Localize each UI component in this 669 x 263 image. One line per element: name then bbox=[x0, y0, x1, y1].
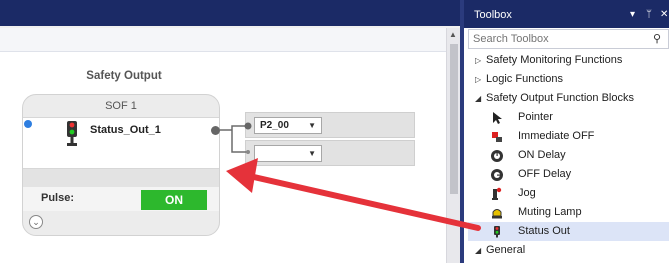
category-safety-monitoring[interactable]: ▷ Safety Monitoring Functions bbox=[468, 51, 669, 70]
toolbox-item-pointer[interactable]: Pointer bbox=[468, 108, 669, 127]
category-label: Safety Monitoring Functions bbox=[486, 54, 623, 66]
status-out-icon bbox=[67, 121, 77, 146]
toolbox-item-status-out[interactable]: Status Out bbox=[468, 222, 669, 241]
toolbox-item-jog[interactable]: Jog bbox=[468, 184, 669, 203]
block-header: SOF 1 bbox=[105, 100, 137, 112]
item-label: Immediate OFF bbox=[518, 130, 595, 142]
group-title: Safety Output bbox=[86, 70, 162, 82]
item-label: Status Out bbox=[518, 225, 570, 237]
on-delay-icon bbox=[491, 150, 503, 162]
output-port-row: P2_00 ▼ bbox=[245, 112, 415, 138]
collapse-icon[interactable]: ◢ bbox=[475, 241, 481, 260]
toolbox-item-off-delay[interactable]: OFF Delay bbox=[468, 165, 669, 184]
category-label: Safety Output Function Blocks bbox=[486, 92, 634, 104]
output-port-select[interactable]: ▼ bbox=[254, 145, 322, 162]
category-label: Logic Functions bbox=[486, 73, 564, 85]
item-label: Muting Lamp bbox=[518, 206, 582, 218]
expand-icon[interactable]: ▷ bbox=[475, 51, 481, 70]
output-port-select[interactable]: P2_00 ▼ bbox=[254, 117, 322, 134]
jog-icon bbox=[492, 187, 502, 200]
off-delay-icon bbox=[491, 169, 503, 181]
close-icon[interactable]: ✕ bbox=[660, 9, 668, 20]
toolbox-item-muting-lamp[interactable]: Muting Lamp bbox=[468, 203, 669, 222]
category-safety-output-blocks[interactable]: ◢ Safety Output Function Blocks bbox=[468, 89, 669, 108]
scrollbar-thumb[interactable] bbox=[450, 44, 458, 194]
pulse-row: Pulse: ON bbox=[23, 187, 219, 211]
canvas-vertical-scrollbar[interactable]: ▲ bbox=[446, 28, 460, 263]
search-icon[interactable]: ⚲ bbox=[653, 32, 661, 45]
category-general[interactable]: ◢ General bbox=[468, 241, 669, 260]
toolbox-search[interactable]: ⚲ bbox=[468, 29, 669, 49]
pulse-toggle[interactable]: ON bbox=[141, 190, 207, 210]
dropdown-arrow-icon: ▼ bbox=[308, 121, 316, 130]
function-block[interactable]: SOF 1 Pulse: ON ⌄ bbox=[22, 94, 220, 236]
pointer-icon bbox=[493, 112, 502, 124]
pin-icon[interactable]: ᛘ bbox=[646, 9, 652, 20]
output-connector[interactable] bbox=[211, 126, 220, 135]
toolbox-title: Toolbox bbox=[474, 9, 512, 21]
toolbox-item-immediate-off[interactable]: Immediate OFF bbox=[468, 127, 669, 146]
collapse-icon[interactable]: ◢ bbox=[475, 89, 481, 108]
expand-icon[interactable]: ▷ bbox=[475, 70, 481, 89]
document-tab-bar bbox=[0, 0, 460, 28]
tab-strip bbox=[0, 0, 460, 28]
scroll-up-icon[interactable]: ▲ bbox=[449, 30, 457, 39]
output-name: Status_Out_1 bbox=[90, 124, 161, 136]
input-connector[interactable] bbox=[24, 120, 32, 128]
toolbox-item-on-delay[interactable]: ON Delay bbox=[468, 146, 669, 165]
canvas-header bbox=[0, 28, 446, 52]
pulse-label: Pulse: bbox=[41, 192, 75, 204]
dropdown-arrow-icon: ▼ bbox=[308, 149, 316, 158]
search-input[interactable] bbox=[473, 32, 643, 46]
toolbox-title-bar: Toolbox ▾ ᛘ ✕ bbox=[464, 0, 669, 28]
category-label: General bbox=[486, 244, 526, 256]
item-label: Jog bbox=[518, 187, 536, 199]
status-out-icon bbox=[494, 226, 500, 238]
block-separator bbox=[23, 169, 219, 187]
output-port-row: ▼ bbox=[245, 140, 415, 166]
item-label: Pointer bbox=[518, 111, 553, 123]
immediate-off-icon bbox=[492, 132, 502, 142]
muting-lamp-icon bbox=[492, 209, 502, 219]
toolbox-panel: Toolbox ▾ ᛘ ✕ ⚲ ▷ Safety Monitoring Func… bbox=[460, 0, 669, 263]
item-label: OFF Delay bbox=[518, 168, 572, 180]
window-dropdown-icon[interactable]: ▾ bbox=[630, 9, 635, 20]
category-logic-functions[interactable]: ▷ Logic Functions bbox=[468, 70, 669, 89]
item-label: ON Delay bbox=[518, 149, 566, 161]
expand-chevron-icon[interactable]: ⌄ bbox=[29, 215, 43, 229]
output-port-value: P2_00 bbox=[260, 120, 289, 131]
